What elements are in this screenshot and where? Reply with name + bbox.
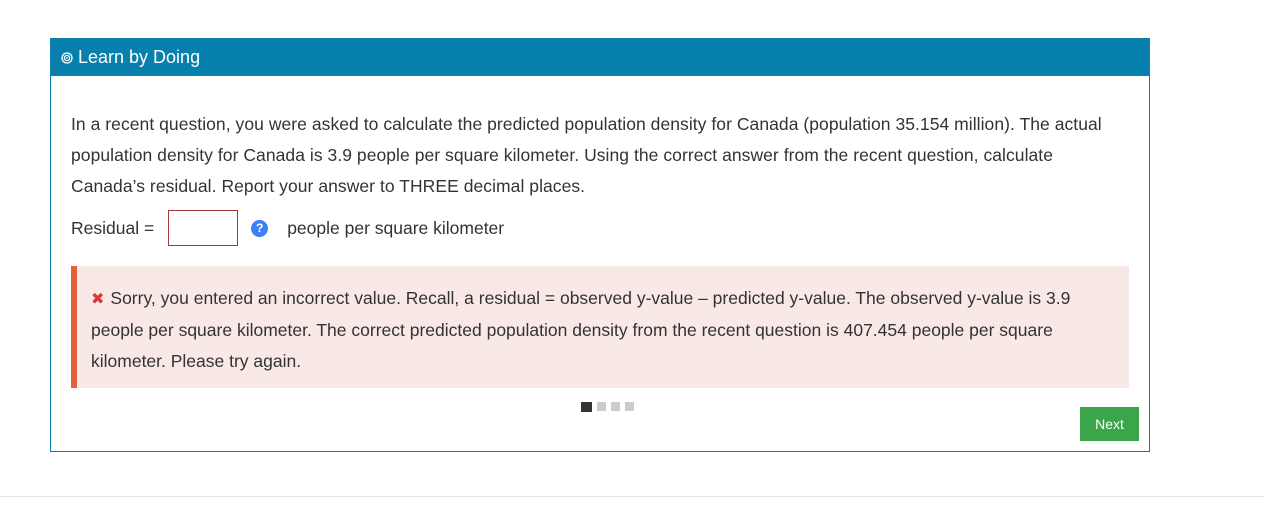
page-divider: [0, 496, 1264, 497]
pager-dot[interactable]: [597, 402, 606, 411]
unit-label: people per square kilometer: [287, 217, 505, 238]
error-icon: ✖: [91, 291, 105, 308]
pager: [71, 402, 1129, 412]
feedback-text: Sorry, you entered an incorrect value. R…: [91, 288, 1071, 371]
pager-dot[interactable]: [625, 402, 634, 411]
pager-dot-active[interactable]: [581, 402, 592, 412]
incorrect-feedback: ✖ Sorry, you entered an incorrect value. …: [71, 266, 1129, 388]
panel-body: In a recent question, you were asked to …: [51, 76, 1149, 412]
panel-title: Learn by Doing: [78, 47, 201, 67]
answer-row: Residual = ? people per square kilometer: [71, 210, 1129, 246]
panel-header: Learn by Doing: [51, 39, 1149, 76]
residual-input[interactable]: [168, 210, 239, 246]
pager-dot[interactable]: [611, 402, 620, 411]
question-text: In a recent question, you were asked to …: [71, 114, 1102, 196]
learn-by-doing-panel: Learn by Doing In a recent question, you…: [50, 38, 1150, 452]
target-icon: [61, 51, 73, 64]
help-icon[interactable]: ?: [251, 219, 269, 237]
residual-label: Residual =: [71, 217, 155, 238]
next-button[interactable]: Next: [1080, 407, 1139, 441]
